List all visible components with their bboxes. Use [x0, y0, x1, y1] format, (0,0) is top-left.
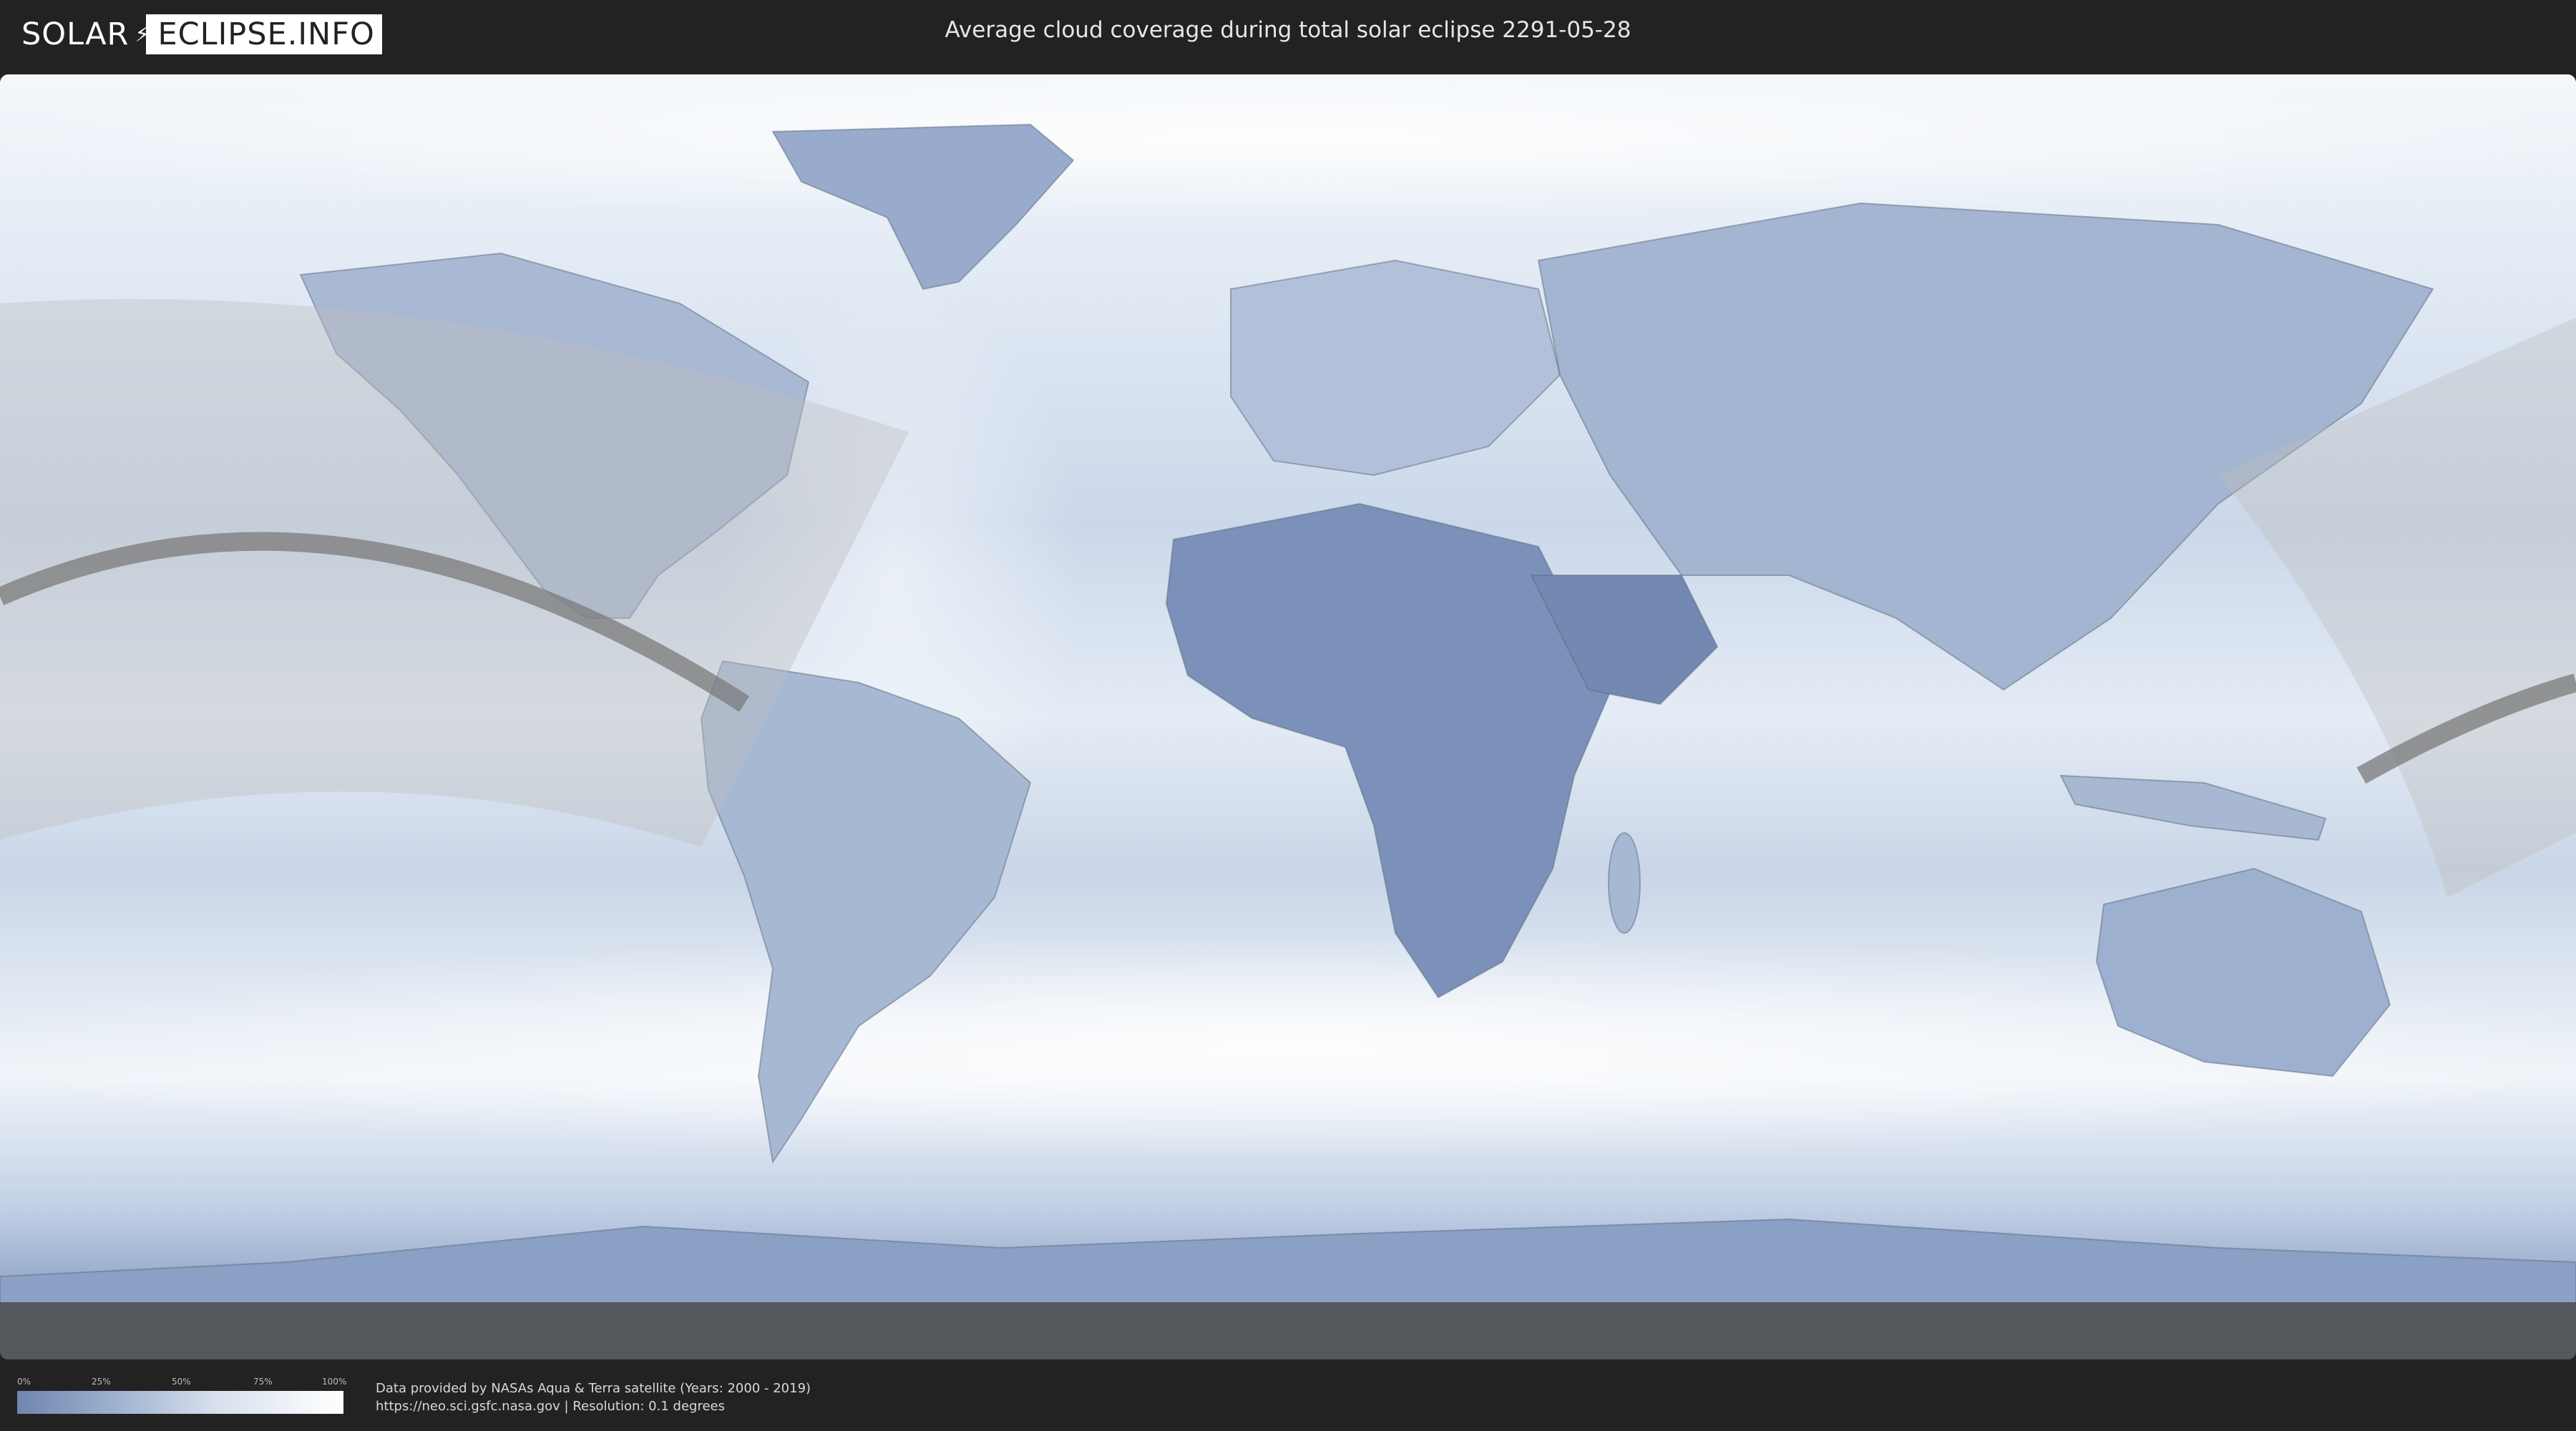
map-bottom-shade	[0, 1302, 2576, 1359]
legend-tick-50: 50%	[172, 1377, 191, 1387]
page-title: Average cloud coverage during total sola…	[945, 17, 1631, 43]
credits-line-1: Data provided by NASAs Aqua & Terra sate…	[376, 1381, 811, 1396]
legend-tick-labels: 0% 25% 50% 75% 100%	[17, 1377, 347, 1388]
legend-tick-100: 100%	[322, 1377, 347, 1387]
data-credits: Data provided by NASAs Aqua & Terra sate…	[376, 1379, 811, 1415]
madagascar	[1608, 832, 1641, 934]
legend-tick-75: 75%	[253, 1377, 273, 1387]
legend-color-bar	[17, 1391, 343, 1414]
cloud-band-north	[0, 74, 2576, 218]
credits-line-2: https://neo.sci.gsfc.nasa.gov | Resoluti…	[376, 1399, 725, 1414]
header-bar: SOLAR ⚡ ECLIPSE.INFO Average cloud cover…	[0, 0, 2576, 72]
cloud-coverage-map[interactable]	[0, 74, 2576, 1359]
legend-tick-25: 25%	[92, 1377, 111, 1387]
legend-tick-0: 0%	[17, 1377, 31, 1387]
lightning-icon: ⚡	[135, 21, 151, 47]
